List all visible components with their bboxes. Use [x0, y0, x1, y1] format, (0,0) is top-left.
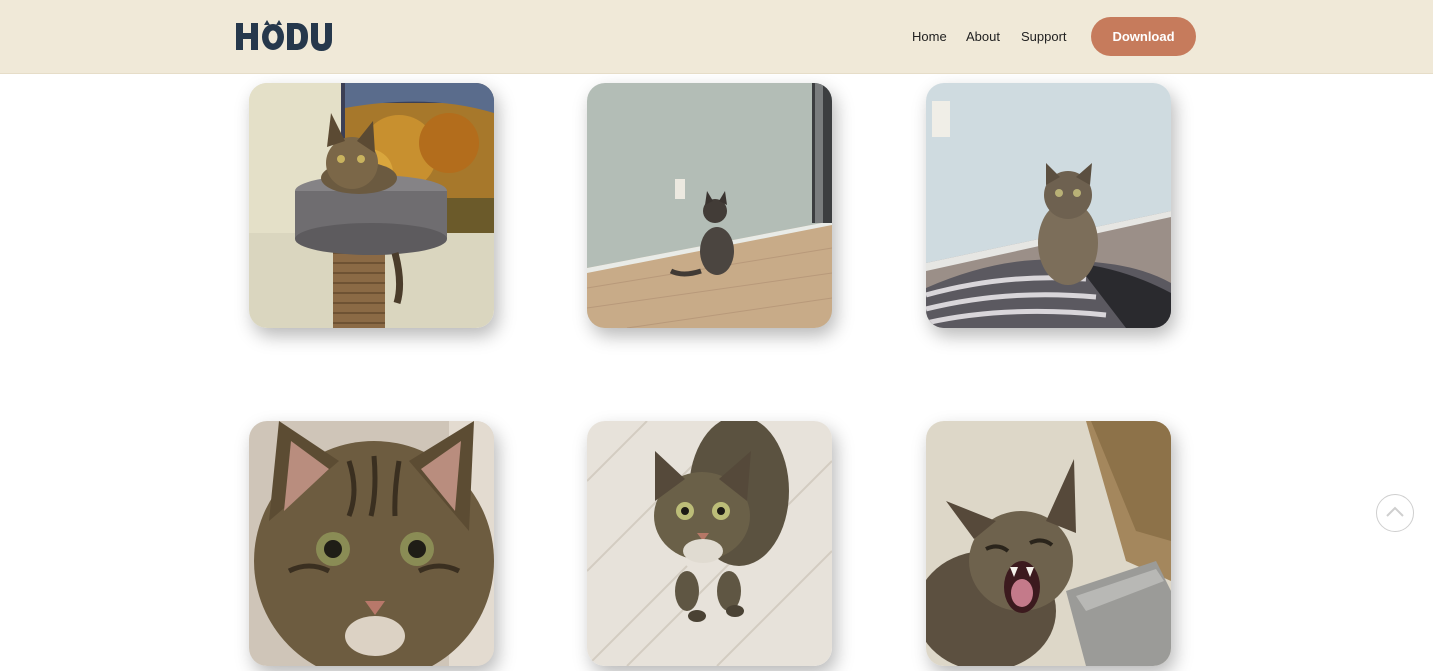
scroll-to-top-button[interactable] — [1376, 494, 1414, 532]
download-button[interactable]: Download — [1091, 17, 1196, 56]
nav-home[interactable]: Home — [912, 27, 947, 47]
cat-photo-6 — [926, 421, 1171, 666]
cat-photo-2 — [587, 83, 832, 328]
hodu-logo[interactable] — [235, 17, 335, 53]
nav-support[interactable]: Support — [1021, 27, 1067, 47]
cat-photo-4 — [249, 421, 494, 666]
cat-photo-1 — [249, 83, 494, 328]
logo-wordmark — [236, 20, 332, 51]
cat-photo-3 — [926, 83, 1171, 328]
chevron-up-icon — [1386, 506, 1404, 517]
site-header: Home About Support Download — [0, 0, 1433, 74]
nav-about[interactable]: About — [966, 27, 1000, 47]
cat-photo-5 — [587, 421, 832, 666]
